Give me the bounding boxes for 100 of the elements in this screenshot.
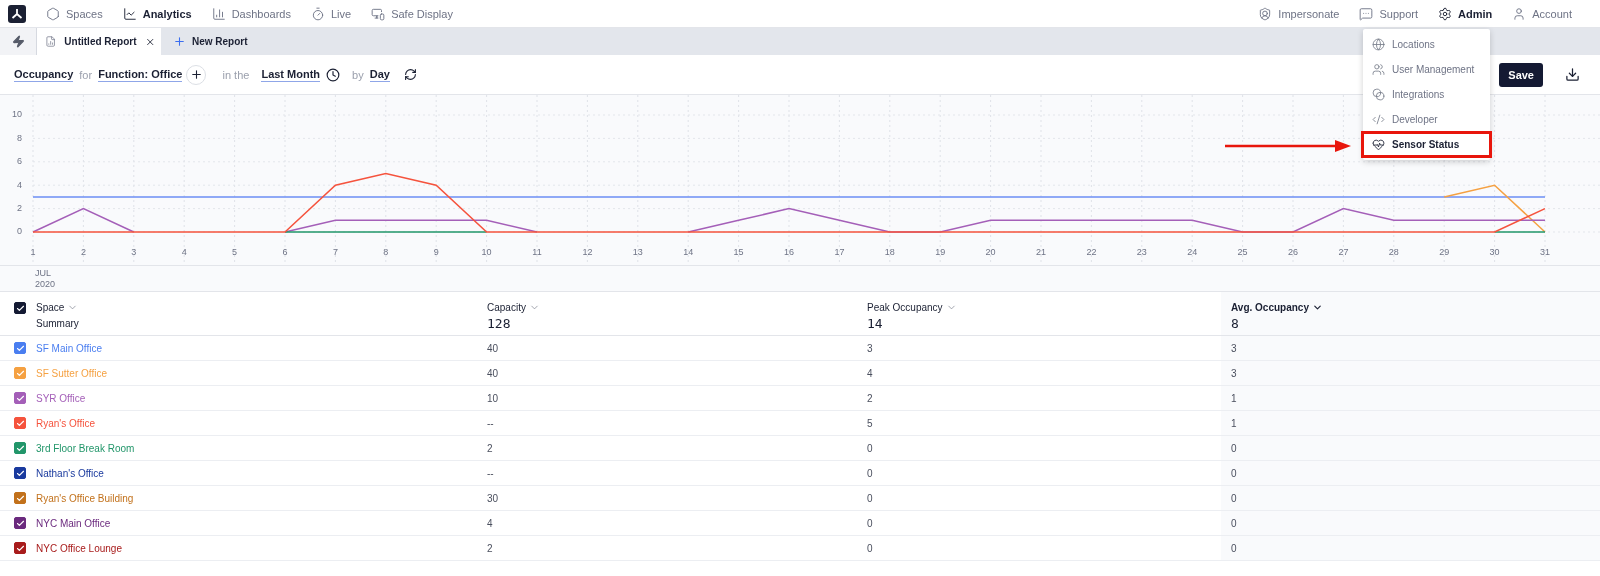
check-icon <box>15 343 25 353</box>
nav-link[interactable]: Dashboards <box>211 6 291 21</box>
x-tick-label: 20 <box>985 247 996 257</box>
y-tick-label: 10 <box>12 109 22 120</box>
x-tick-label: 10 <box>481 247 492 257</box>
table-cell: 0 <box>1231 467 1237 479</box>
space-name[interactable]: NYC Office Lounge <box>36 542 122 554</box>
nav-link[interactable]: Impersonate <box>1258 6 1340 21</box>
refresh-button[interactable] <box>403 68 417 81</box>
table-cell: 40 <box>487 367 499 379</box>
range-picker[interactable]: Last Month <box>261 67 321 82</box>
logo[interactable] <box>8 4 26 23</box>
report-tab[interactable]: Untitled Report <box>37 28 161 55</box>
check-icon <box>15 468 25 478</box>
x-tick-label: 27 <box>1338 247 1349 257</box>
table-cell: 0 <box>1231 492 1237 504</box>
x-tick-label: 5 <box>232 247 238 257</box>
menu-item[interactable]: Locations <box>1362 32 1491 57</box>
row-checkbox[interactable] <box>14 392 26 404</box>
x-tick-label: 11 <box>532 247 542 257</box>
row-checkbox[interactable] <box>14 467 26 479</box>
filter-picker[interactable]: Function: Office <box>98 67 183 82</box>
space-name[interactable]: Nathan's Office <box>36 467 104 479</box>
space-name[interactable]: NYC Main Office <box>36 517 111 529</box>
monitor-icon <box>371 6 386 21</box>
select-all-checkbox[interactable] <box>14 302 26 314</box>
x-tick-label: 29 <box>1439 247 1450 257</box>
check-icon <box>15 418 25 428</box>
check-icon <box>15 543 25 553</box>
menu-item[interactable]: Sensor Status <box>1362 132 1491 157</box>
settings-icon <box>1438 6 1452 21</box>
y-tick-label: 4 <box>17 179 22 190</box>
x-tick-label: 28 <box>1388 247 1399 257</box>
code-icon <box>1372 113 1385 126</box>
space-name[interactable]: SYR Office <box>36 392 86 404</box>
table-cell: -- <box>487 467 494 479</box>
nav-link[interactable]: Live <box>310 6 352 21</box>
x-tick-label: 9 <box>433 247 439 257</box>
space-name[interactable]: Ryan's Office <box>36 417 95 429</box>
column-header[interactable]: Avg. Occupancy <box>1231 302 1323 313</box>
x-tick-label: 14 <box>683 247 694 257</box>
users-icon <box>1372 63 1385 76</box>
metric-picker[interactable]: Occupancy <box>14 67 74 82</box>
clock-button[interactable] <box>326 67 341 82</box>
table-cell: 30 <box>487 492 499 504</box>
connector-text: by <box>352 68 364 81</box>
report-icon <box>45 35 57 48</box>
column-header[interactable]: Space <box>36 302 79 313</box>
download-button[interactable] <box>1565 67 1580 82</box>
menu-item[interactable]: User Management <box>1362 57 1491 82</box>
table-cell: 0 <box>1231 517 1237 529</box>
row-checkbox[interactable] <box>14 492 26 504</box>
table-cell: 5 <box>867 417 873 429</box>
row-checkbox[interactable] <box>14 542 26 554</box>
x-tick-label: 7 <box>332 247 338 257</box>
plus-icon <box>173 35 186 48</box>
download-icon <box>1565 67 1580 82</box>
globe-icon <box>1372 38 1385 51</box>
row-checkbox[interactable] <box>14 342 26 354</box>
check-icon <box>15 518 25 528</box>
column-header[interactable]: Capacity <box>487 302 540 313</box>
space-name[interactable]: SF Main Office <box>36 342 102 354</box>
new-report-link[interactable]: New Report <box>161 28 260 55</box>
x-tick-label: 30 <box>1489 247 1500 257</box>
stopwatch-icon <box>310 6 325 21</box>
table-cell: 10 <box>487 392 499 404</box>
x-tick-label: 15 <box>733 247 744 257</box>
table-cell: 3 <box>1231 367 1237 379</box>
table-cell: 1 <box>1231 392 1237 404</box>
nav-link[interactable]: Account <box>1512 6 1572 21</box>
x-tick-label: 4 <box>181 247 187 257</box>
interval-picker[interactable]: Day <box>369 67 390 82</box>
nav-link[interactable]: Safe Display <box>371 6 453 21</box>
y-tick-label: 2 <box>17 203 22 213</box>
nav-link[interactable]: Spaces <box>46 6 103 21</box>
row-checkbox[interactable] <box>14 367 26 379</box>
row-checkbox[interactable] <box>14 442 26 454</box>
nav-link[interactable]: Admin <box>1438 6 1493 21</box>
add-filter-button[interactable] <box>186 64 207 85</box>
table-cell: 2 <box>867 392 873 404</box>
nav-link[interactable]: Analytics <box>122 6 192 21</box>
table-cell: 1 <box>1231 417 1237 429</box>
lightning-icon <box>11 35 25 48</box>
space-name[interactable]: 3rd Floor Break Room <box>36 442 135 454</box>
y-tick-label: 6 <box>17 156 22 167</box>
table-cell: 0 <box>867 492 873 504</box>
x-tick-label: 2 <box>80 247 86 257</box>
row-checkbox[interactable] <box>14 417 26 429</box>
lightning-button[interactable] <box>0 28 37 55</box>
clock-icon <box>326 67 341 82</box>
column-header[interactable]: Peak Occupancy <box>867 302 957 313</box>
menu-item[interactable]: Developer <box>1362 107 1491 132</box>
space-name[interactable]: Ryan's Office Building <box>36 492 134 504</box>
year-label: 2020 <box>35 279 57 290</box>
menu-item[interactable]: Integrations <box>1362 82 1491 107</box>
save-button[interactable]: Save <box>1499 62 1543 87</box>
nav-link[interactable]: Support <box>1359 6 1418 21</box>
connector-text: in the <box>222 68 250 81</box>
row-checkbox[interactable] <box>14 517 26 529</box>
summary-value: 8 <box>1231 316 1240 331</box>
